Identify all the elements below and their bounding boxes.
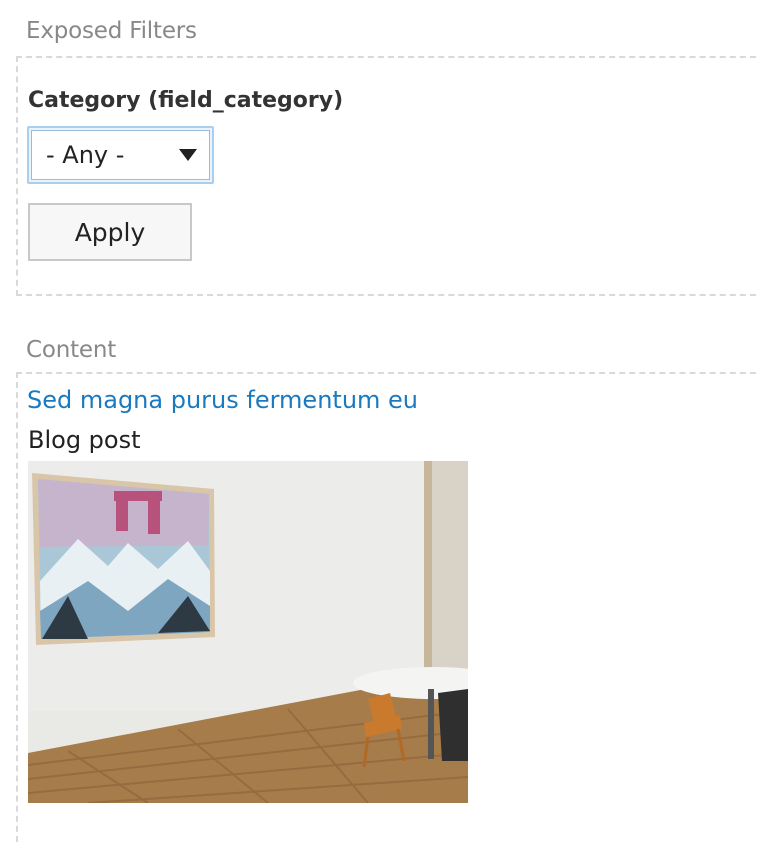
category-select[interactable]: - Any -	[31, 130, 210, 180]
exposed-filters-title: Exposed Filters	[26, 18, 197, 44]
category-select-value: - Any -	[46, 141, 125, 169]
post-image[interactable]	[28, 461, 468, 803]
category-select-focus-ring: - Any -	[27, 126, 214, 184]
post-type-label: Blog post	[28, 426, 141, 454]
apply-button[interactable]: Apply	[28, 203, 192, 261]
content-section-title: Content	[26, 337, 117, 363]
chevron-down-icon	[179, 149, 197, 161]
category-field-label: Category (field_category)	[28, 88, 344, 113]
post-title-link[interactable]: Sed magna purus fermentum eu	[27, 386, 418, 414]
office-room-photo	[28, 461, 468, 803]
